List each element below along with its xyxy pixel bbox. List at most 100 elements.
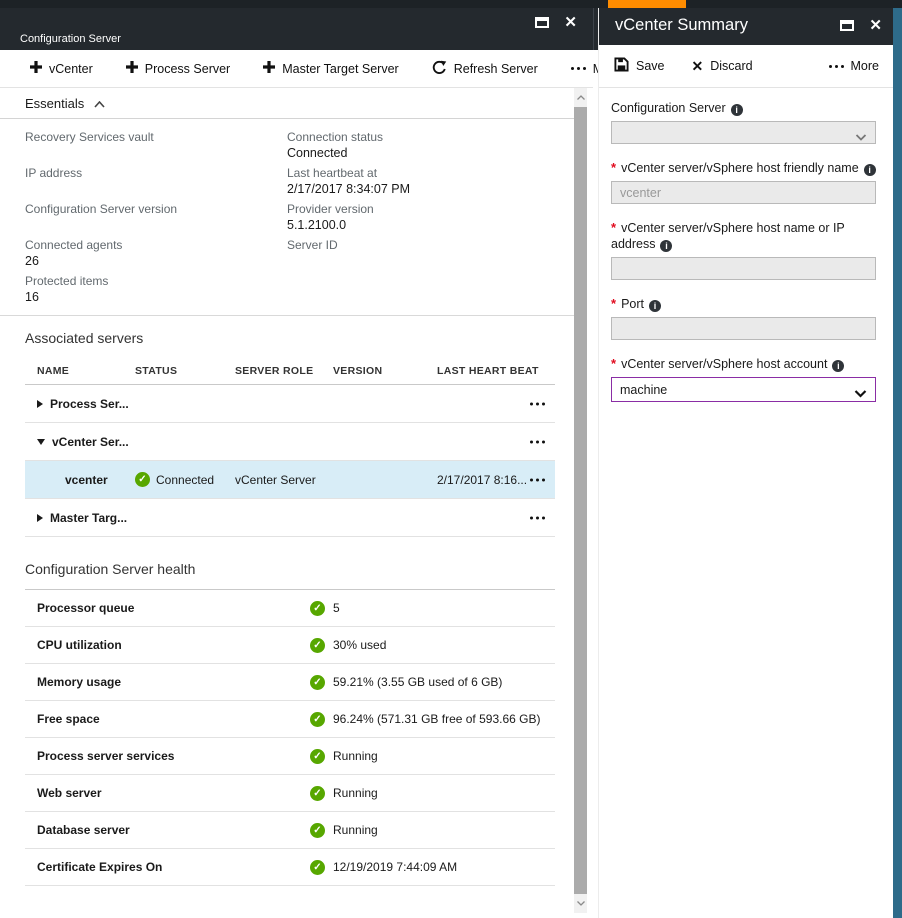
maximize-icon[interactable] [535, 17, 549, 28]
more-button[interactable]: More [829, 59, 879, 73]
select-value: machine [620, 383, 667, 397]
save-icon [614, 57, 629, 75]
essentials-label: Server ID [287, 237, 410, 253]
essentials-label: Provider version [287, 201, 410, 217]
add-master-target-server-button[interactable]: Master Target Server [263, 61, 398, 76]
essentials-label: Configuration Server version [25, 201, 287, 217]
plus-icon [263, 61, 275, 76]
essentials-value [25, 145, 287, 161]
health-label: Free space [25, 712, 310, 726]
info-icon[interactable]: i [660, 240, 672, 252]
refresh-server-button[interactable]: Refresh Server [432, 60, 538, 78]
add-process-server-button[interactable]: Process Server [126, 61, 230, 76]
associated-servers-section: Associated servers NAME STATUS SERVER RO… [25, 330, 555, 537]
health-value-text: 30% used [333, 638, 386, 652]
vertical-scrollbar[interactable] [574, 88, 587, 913]
table-row-master-target[interactable]: Master Targ... [25, 499, 555, 537]
host-account-select[interactable]: machine [611, 377, 876, 402]
configuration-server-blade: Configuration Server ✕ vCenter Process S… [0, 8, 593, 918]
group-cell: Master Targ... [25, 511, 127, 525]
health-value: ✓ 59.21% (3.55 GB used of 6 GB) [310, 675, 502, 690]
scroll-down-button[interactable] [574, 894, 587, 913]
associated-servers-table: NAME STATUS SERVER ROLE VERSION LAST HEA… [25, 358, 555, 537]
health-value: ✓ 12/19/2019 7:44:09 AM [310, 860, 457, 875]
info-icon[interactable]: i [832, 360, 844, 372]
blade-divider [593, 8, 598, 50]
health-value-text: 12/19/2019 7:44:09 AM [333, 860, 457, 874]
info-icon[interactable]: i [649, 300, 661, 312]
health-row: Database server ✓ Running [25, 812, 555, 849]
essentials-label: Last heartbeat at [287, 165, 410, 181]
add-vcenter-button[interactable]: vCenter [30, 61, 93, 76]
blade-content: Essentials Recovery Services vault IP ad… [0, 88, 574, 918]
server-status-label: Connected [156, 473, 214, 487]
essentials-label: Protected items [25, 273, 287, 289]
maximize-icon[interactable] [840, 20, 854, 31]
friendly-name-input[interactable] [611, 181, 876, 204]
triangle-right-icon[interactable] [37, 400, 43, 408]
check-circle-icon: ✓ [135, 472, 150, 487]
chevron-up-icon [94, 96, 105, 111]
column-header-server-role: SERVER ROLE [235, 365, 333, 377]
portal-top-strip [0, 0, 902, 8]
table-row-vcenter[interactable]: vcenter ✓ Connected vCenter Server 2/17/… [25, 461, 555, 499]
field-label: Configuration Server i [611, 100, 879, 116]
field-label-text: vCenter server/vSphere host name or IP a… [611, 221, 845, 251]
check-circle-icon: ✓ [310, 601, 325, 616]
discard-button[interactable]: ✕ Discard [692, 59, 753, 73]
column-header-name: NAME [25, 365, 135, 377]
more-label: More [851, 59, 879, 73]
essentials-label: Recovery Services vault [25, 129, 287, 145]
health-section: Configuration Server health Processor qu… [25, 561, 555, 886]
group-name-label: Process Ser... [50, 397, 129, 411]
triangle-right-icon[interactable] [37, 514, 43, 522]
row-context-menu-icon[interactable] [526, 474, 549, 485]
health-label: Certificate Expires On [25, 860, 310, 874]
blade-header: Configuration Server ✕ [0, 8, 593, 50]
health-value: ✓ 30% used [310, 638, 386, 653]
save-button[interactable]: Save [614, 57, 665, 75]
table-header-row: NAME STATUS SERVER ROLE VERSION LAST HEA… [25, 358, 555, 385]
check-circle-icon: ✓ [310, 712, 325, 727]
field-label: *Porti [611, 296, 879, 312]
health-row: Process server services ✓ Running [25, 738, 555, 775]
essentials-value: 2/17/2017 8:34:07 PM [287, 181, 410, 197]
row-context-menu-icon[interactable] [526, 436, 549, 447]
check-circle-icon: ✓ [310, 786, 325, 801]
configuration-server-select[interactable] [611, 121, 876, 144]
field-configuration-server: Configuration Server i [611, 100, 879, 144]
row-context-menu-icon[interactable] [526, 398, 549, 409]
group-name-label: vCenter Ser... [52, 435, 129, 449]
health-value-text: Running [333, 823, 378, 837]
required-asterisk: * [611, 356, 616, 371]
close-icon[interactable]: ✕ [564, 15, 577, 30]
scrollbar-thumb[interactable] [574, 107, 587, 894]
info-icon[interactable]: i [864, 164, 876, 176]
required-asterisk: * [611, 220, 616, 235]
scroll-up-button[interactable] [574, 88, 587, 107]
health-label: Database server [25, 823, 310, 837]
field-friendly-name: *vCenter server/vSphere host friendly na… [611, 160, 879, 204]
field-label-text: vCenter server/vSphere host account [621, 357, 827, 371]
field-label-text: Configuration Server [611, 101, 726, 115]
port-input[interactable] [611, 317, 876, 340]
close-icon[interactable]: ✕ [869, 18, 882, 33]
health-label: Processor queue [25, 601, 310, 615]
more-icon [571, 67, 586, 70]
table-row-vcenter-servers[interactable]: vCenter Ser... [25, 423, 555, 461]
host-name-or-ip-input[interactable] [611, 257, 876, 280]
health-value-text: 96.24% (571.31 GB free of 593.66 GB) [333, 712, 540, 726]
info-icon[interactable]: i [731, 104, 743, 116]
field-port: *Porti [611, 296, 879, 340]
field-host-account: * vCenter server/vSphere host account i ma… [611, 356, 879, 402]
window-controls: ✕ [535, 15, 577, 30]
triangle-down-icon[interactable] [37, 439, 45, 445]
check-circle-icon: ✓ [310, 638, 325, 653]
health-row: Processor queue ✓ 5 [25, 590, 555, 627]
essentials-label: IP address [25, 165, 287, 181]
associated-servers-heading: Associated servers [25, 330, 555, 346]
essentials-toggle[interactable]: Essentials [0, 88, 574, 119]
table-row-process-servers[interactable]: Process Ser... [25, 385, 555, 423]
row-context-menu-icon[interactable] [526, 512, 549, 523]
add-master-target-server-label: Master Target Server [282, 62, 398, 76]
